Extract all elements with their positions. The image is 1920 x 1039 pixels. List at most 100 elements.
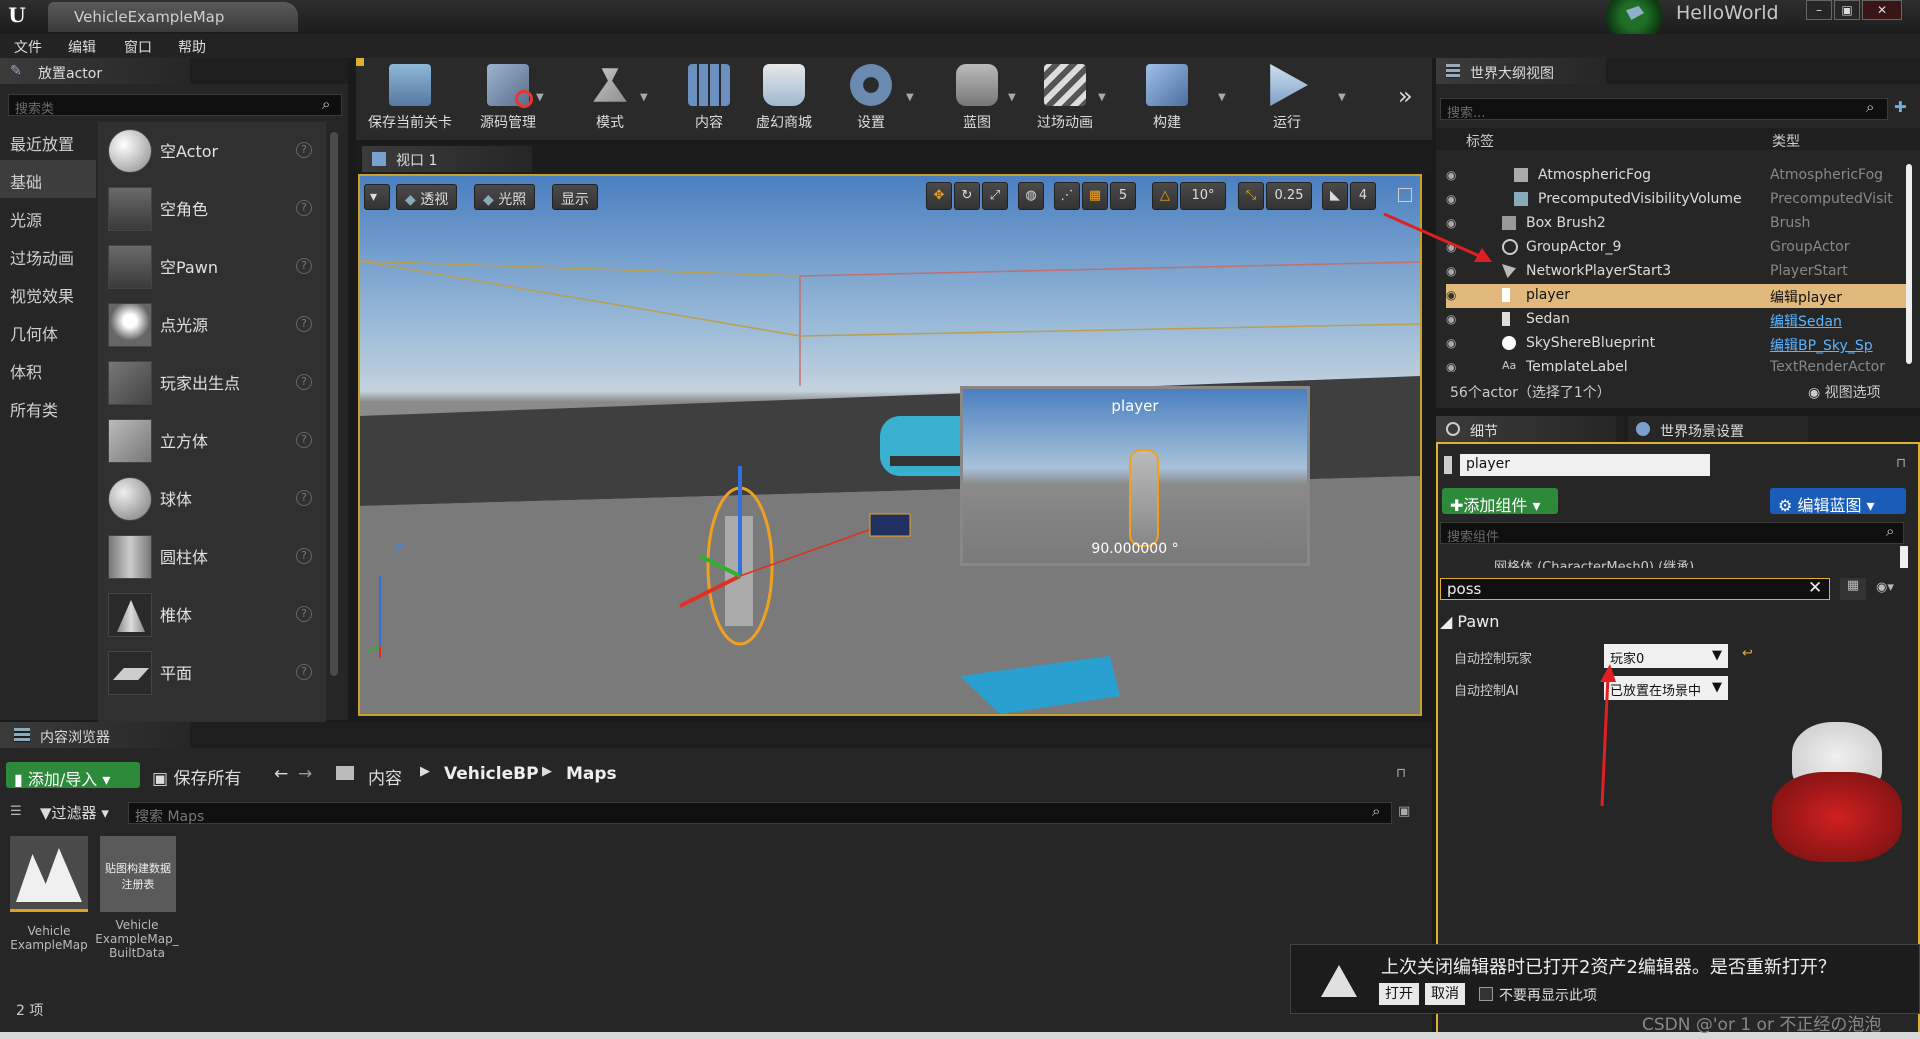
help-icon[interactable]: ? <box>296 200 312 216</box>
edit-player-link[interactable]: 编辑player <box>1770 287 1842 307</box>
show-button[interactable]: 显示 <box>552 184 598 210</box>
help-icon[interactable]: ? <box>296 664 312 680</box>
column-type[interactable]: 类型 <box>1772 131 1800 151</box>
rotate-icon[interactable]: ↻ <box>954 182 980 210</box>
camera-speed-value[interactable]: 4 <box>1350 182 1376 210</box>
outliner-search-input[interactable]: 搜索... <box>1440 98 1888 121</box>
clear-filter-icon[interactable]: ✕ <box>1808 578 1822 598</box>
blueprints-button[interactable]: 蓝图 <box>940 64 1014 136</box>
category-recent[interactable]: 最近放置 <box>0 122 96 160</box>
actor-item-player-start[interactable]: 玩家出生点 ? <box>98 354 320 412</box>
category-geometry[interactable]: 几何体 <box>0 312 96 350</box>
maximize-viewport-icon[interactable] <box>1398 188 1412 202</box>
scale-icon[interactable]: ⤢ <box>982 182 1008 210</box>
visibility-eye-icon[interactable]: ◉ <box>1446 312 1464 326</box>
property-matrix-icon[interactable]: ▦ <box>1840 578 1866 600</box>
scale-snap-value[interactable]: 0.25 <box>1266 182 1312 210</box>
toolbar-overflow-button[interactable]: » <box>1398 82 1413 110</box>
dropdown-arrow-icon[interactable]: ▼ <box>536 92 544 103</box>
asset-vehicle-example-map[interactable] <box>10 836 88 912</box>
breadcrumb-content[interactable]: 内容 <box>368 764 402 789</box>
help-icon[interactable]: ? <box>296 606 312 622</box>
play-button[interactable]: 运行 <box>1250 64 1324 136</box>
auto-possess-player-select[interactable]: 玩家0 ▼ <box>1604 644 1728 668</box>
view-options-button[interactable]: ◉ 视图选项 <box>1808 382 1881 402</box>
save-all-button[interactable]: ▣ 保存所有 <box>152 764 241 789</box>
save-search-icon[interactable]: ▣ <box>1398 804 1410 819</box>
help-icon[interactable]: ? <box>296 432 312 448</box>
add-filter-icon[interactable]: ✚ <box>1894 98 1907 116</box>
translate-icon[interactable]: ✥ <box>926 182 952 210</box>
actor-item-point-light[interactable]: 点光源 ? <box>98 296 320 354</box>
cinematics-button[interactable]: 过场动画 <box>1022 64 1108 136</box>
marketplace-button[interactable]: 虚幻商城 <box>742 64 826 136</box>
help-icon[interactable]: ? <box>296 316 312 332</box>
component-row[interactable]: 网格体 (CharacterMesh0) (继承) <box>1494 556 1694 568</box>
category-basic[interactable]: 基础 <box>0 160 96 198</box>
search-components-input[interactable]: 搜索组件 <box>1440 522 1904 545</box>
dropdown-arrow-icon[interactable]: ▼ <box>1218 92 1226 103</box>
document-tab[interactable]: VehicleExampleMap <box>48 2 298 32</box>
dropdown-arrow-icon[interactable]: ▼ <box>1338 92 1346 103</box>
category-cinematic[interactable]: 过场动画 <box>0 236 96 274</box>
class-search-input[interactable]: 搜索类 <box>8 94 342 117</box>
actor-item-empty-actor[interactable]: 空Actor ? <box>98 122 320 180</box>
minimize-button[interactable]: – <box>1806 0 1832 20</box>
filters-button[interactable]: ▼过滤器 ▾ <box>40 802 109 823</box>
surface-snap-icon[interactable]: ⋰ <box>1054 182 1080 210</box>
help-icon[interactable]: ? <box>296 490 312 506</box>
menu-help[interactable]: 帮助 <box>178 37 206 57</box>
actor-name-input[interactable]: player <box>1460 454 1710 476</box>
rotation-snap-value[interactable]: 10° <box>1180 182 1226 210</box>
outliner-scrollbar[interactable] <box>1906 164 1912 364</box>
auto-possess-ai-select[interactable]: 已放置在场景中 ▼ <box>1604 676 1728 700</box>
save-level-button[interactable]: 保存当前关卡 <box>362 64 458 136</box>
open-button[interactable]: 打开 <box>1379 983 1419 1005</box>
grid-snap-value[interactable]: 5 <box>1110 182 1136 210</box>
close-button[interactable]: ✕ <box>1862 0 1902 20</box>
outliner-row[interactable]: ◉ NetworkPlayerStart3 PlayerStart <box>1446 260 1906 284</box>
help-icon[interactable]: ? <box>296 548 312 564</box>
visibility-eye-icon[interactable]: ◉ <box>1446 192 1464 206</box>
lit-button[interactable]: ◆ 光照 <box>474 184 536 210</box>
dropdown-arrow-icon[interactable]: ▼ <box>906 92 914 103</box>
build-button[interactable]: 构建 <box>1130 64 1204 136</box>
details-tab[interactable] <box>1436 416 1616 442</box>
visibility-options-icon[interactable]: ◉▾ <box>1876 580 1894 595</box>
category-lights[interactable]: 光源 <box>0 198 96 236</box>
outliner-row-selected[interactable]: ◉ player 编辑player <box>1446 284 1906 308</box>
content-button[interactable]: 内容 <box>672 64 746 136</box>
actor-item-cube[interactable]: 立方体 ? <box>98 412 320 470</box>
outliner-row[interactable]: ◉ PrecomputedVisibilityVolume Precompute… <box>1446 188 1906 212</box>
menu-edit[interactable]: 编辑 <box>68 37 96 57</box>
outliner-row[interactable]: ◉ SkyShereBlueprint 编辑BP_Sky_Sp <box>1446 332 1906 356</box>
actor-item-plane[interactable]: 平面 ? <box>98 644 320 702</box>
visibility-eye-icon[interactable]: ◉ <box>1446 288 1464 302</box>
category-visual-effects[interactable]: 视觉效果 <box>0 274 96 312</box>
dropdown-arrow-icon[interactable]: ▼ <box>1008 92 1016 103</box>
dropdown-arrow-icon[interactable]: ▼ <box>1098 92 1106 103</box>
lock-icon[interactable]: ⊓ <box>1396 766 1406 781</box>
edit-blueprint-button[interactable]: ⚙ 编辑蓝图 ▾ <box>1770 488 1906 515</box>
level-viewport[interactable]: Z player 90.000000 ° <box>358 174 1422 716</box>
column-label[interactable]: 标签 <box>1466 131 1494 151</box>
outliner-row[interactable]: ◉ GroupActor_9 GroupActor <box>1446 236 1906 260</box>
viewport-options-button[interactable]: ▾ <box>364 184 390 210</box>
component-scrollbar[interactable] <box>1900 546 1908 568</box>
sources-panel-icon[interactable]: ☰ <box>10 804 22 819</box>
category-all-classes[interactable]: 所有类 <box>0 388 96 426</box>
help-icon[interactable]: ? <box>296 258 312 274</box>
settings-button[interactable]: 设置 <box>834 64 908 136</box>
actor-list-scrollbar[interactable] <box>330 132 338 676</box>
actor-item-sphere[interactable]: 球体 ? <box>98 470 320 528</box>
breadcrumb-maps[interactable]: Maps <box>566 764 617 784</box>
actor-item-cone[interactable]: 椎体 ? <box>98 586 320 644</box>
reset-to-default-icon[interactable]: ↩ <box>1742 646 1753 661</box>
world-space-icon[interactable]: ◍ <box>1018 182 1044 210</box>
asset-builtdata[interactable]: 贴图构建数据注册表 <box>100 836 176 912</box>
camera-speed-icon[interactable]: ◣ <box>1322 182 1348 210</box>
dropdown-arrow-icon[interactable]: ▼ <box>640 92 648 103</box>
actor-item-cylinder[interactable]: 圆柱体 ? <box>98 528 320 586</box>
visibility-eye-icon[interactable]: ◉ <box>1446 336 1464 350</box>
actor-item-empty-pawn[interactable]: 空Pawn ? <box>98 238 320 296</box>
